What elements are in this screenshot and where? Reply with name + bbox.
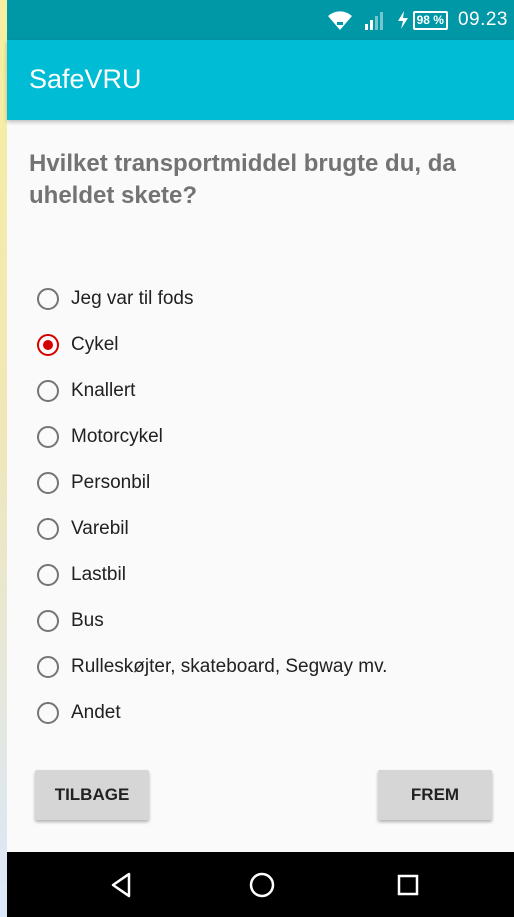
option-label: Knallert bbox=[71, 380, 136, 401]
home-icon[interactable] bbox=[247, 870, 277, 900]
radio-button[interactable] bbox=[37, 656, 59, 678]
radio-button[interactable] bbox=[37, 518, 59, 540]
option-label: Bus bbox=[71, 610, 104, 631]
survey-content: Hvilket transportmiddel brugte du, da uh… bbox=[7, 120, 514, 852]
wifi-icon bbox=[327, 11, 352, 30]
option-bus[interactable]: Bus bbox=[37, 598, 387, 644]
option-varebil[interactable]: Varebil bbox=[37, 506, 387, 552]
radio-button[interactable] bbox=[37, 380, 59, 402]
signal-icon bbox=[364, 12, 383, 30]
navigation-bar bbox=[7, 852, 514, 917]
option-label: Rulleskøjter, skateboard, Segway mv. bbox=[71, 656, 388, 677]
option-motorcykel[interactable]: Motorcykel bbox=[37, 414, 387, 460]
option-knallert[interactable]: Knallert bbox=[37, 368, 387, 414]
option-andet[interactable]: Andet bbox=[37, 690, 387, 736]
radio-button[interactable] bbox=[37, 334, 59, 356]
radio-button[interactable] bbox=[37, 702, 59, 724]
charging-icon bbox=[397, 11, 408, 29]
status-bar: 98 % 09.23 bbox=[7, 0, 514, 40]
option-label: Jeg var til fods bbox=[71, 288, 194, 309]
app-title: SafeVRU bbox=[29, 64, 142, 94]
option-label: Personbil bbox=[71, 472, 151, 493]
back-button[interactable]: TILBAGE bbox=[35, 770, 149, 820]
radio-button[interactable] bbox=[37, 564, 59, 586]
radio-button[interactable] bbox=[37, 426, 59, 448]
transport-radio-group: Jeg var til fods Cykel Knallert Motorcyk… bbox=[37, 276, 387, 736]
back-icon[interactable] bbox=[107, 870, 137, 900]
radio-button[interactable] bbox=[37, 288, 59, 310]
clock: 09.23 bbox=[457, 9, 508, 30]
option-label: Varebil bbox=[71, 518, 129, 539]
battery-indicator: 98 % bbox=[397, 10, 448, 30]
status-icons: 98 % 09.23 bbox=[327, 0, 508, 40]
left-edge-strip bbox=[0, 0, 7, 917]
option-personbil[interactable]: Personbil bbox=[37, 460, 387, 506]
recents-icon[interactable] bbox=[393, 870, 423, 900]
option-lastbil[interactable]: Lastbil bbox=[37, 552, 387, 598]
option-label: Andet bbox=[71, 702, 121, 723]
question-text: Hvilket transportmiddel brugte du, da uh… bbox=[29, 150, 456, 209]
option-cykel[interactable]: Cykel bbox=[37, 322, 387, 368]
option-label: Motorcykel bbox=[71, 426, 163, 447]
radio-button[interactable] bbox=[37, 472, 59, 494]
radio-button[interactable] bbox=[37, 610, 59, 632]
option-jeg-var-til-fods[interactable]: Jeg var til fods bbox=[37, 276, 387, 322]
option-rulleskoejter[interactable]: Rulleskøjter, skateboard, Segway mv. bbox=[37, 644, 387, 690]
option-label: Cykel bbox=[71, 334, 119, 355]
next-button[interactable]: FREM bbox=[378, 770, 492, 820]
app-bar: SafeVRU bbox=[7, 40, 514, 120]
option-label: Lastbil bbox=[71, 564, 126, 585]
battery-icon: 98 % bbox=[412, 10, 448, 30]
